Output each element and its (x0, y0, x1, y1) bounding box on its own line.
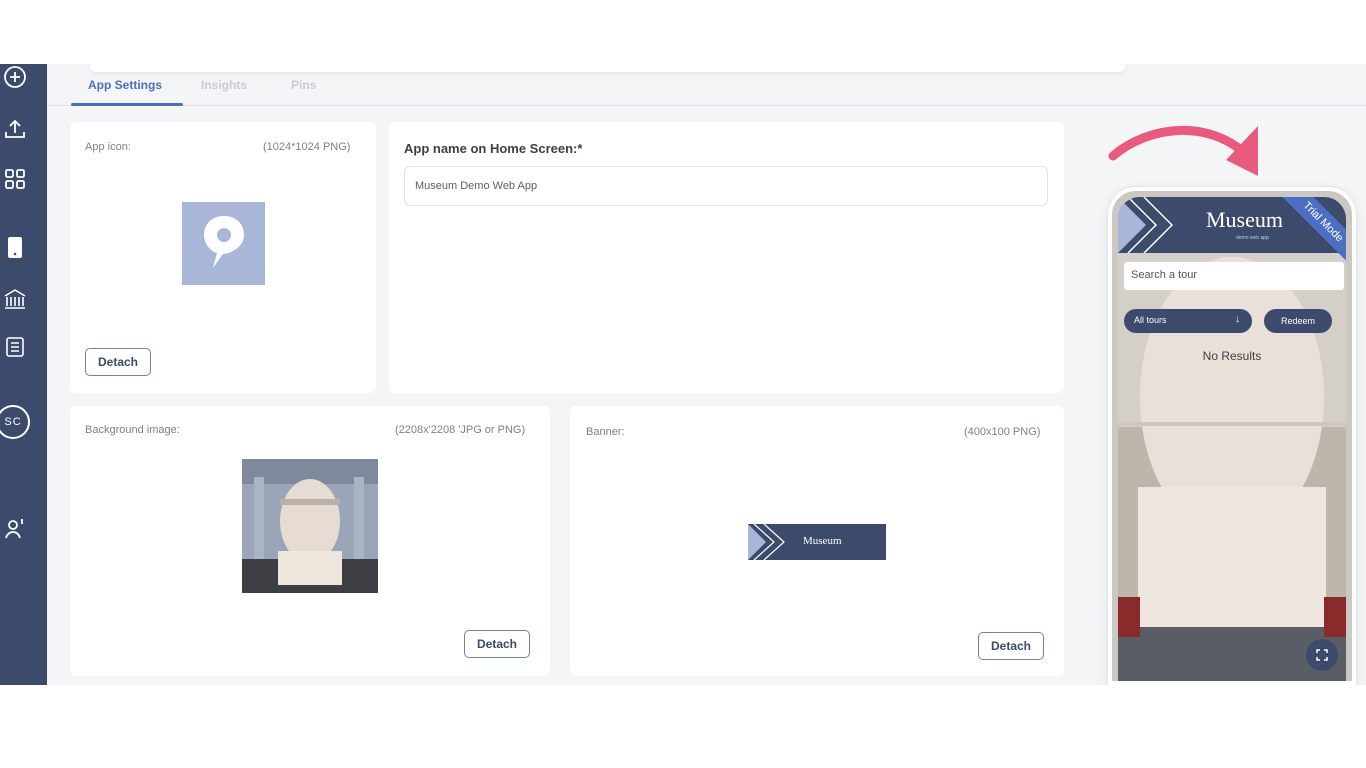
detach-app-icon-button[interactable]: Detach (85, 348, 152, 376)
banner-label: Banner: (586, 426, 625, 438)
sidebar: SC (0, 64, 47, 685)
app-icon-preview[interactable] (182, 202, 265, 285)
add-circle-icon[interactable] (0, 64, 30, 90)
tab-bar: App Settings Insights Pins (47, 64, 1366, 106)
phone-redeem-button[interactable]: Redeem (1264, 309, 1332, 333)
map-pin-icon (204, 216, 244, 268)
tab-pins[interactable]: Pins (291, 78, 316, 92)
phone-screen: Museum demo web app Trial Mode Search a … (1118, 197, 1346, 681)
phone-no-results: No Results (1202, 349, 1262, 363)
tab-app-settings[interactable]: App Settings (88, 78, 162, 92)
apps-grid-icon[interactable] (0, 166, 30, 192)
fullscreen-icon[interactable] (1306, 639, 1338, 671)
phone-header: Museum demo web app Trial Mode (1118, 197, 1346, 283)
phone-tour-filter[interactable]: All tours ↓ (1124, 309, 1252, 333)
app-icon-spec: (1024*1024 PNG) (263, 141, 351, 153)
phone-search-input[interactable]: Search a tour (1124, 262, 1344, 290)
background-image-preview[interactable] (242, 459, 378, 593)
banner-logo-text: Museum (803, 535, 842, 547)
document-icon[interactable] (0, 334, 30, 360)
app-window: SC App Settings Insights Pins App icon: … (0, 64, 1366, 685)
background-image-spec: (2208x'2208 'JPG or PNG) (395, 424, 526, 436)
app-name-card: App name on Home Screen:* (389, 122, 1064, 393)
background-image-label: Background image: (85, 424, 180, 436)
app-icon-label: App icon: (85, 141, 131, 153)
banner-card: Banner: (400x100 PNG) Museum Detach (570, 406, 1064, 676)
phone-icon[interactable] (0, 234, 30, 260)
banner-preview[interactable]: Museum (748, 524, 886, 560)
phone-logo-subtitle: demo web app (1236, 235, 1269, 241)
phone-tour-filter-value: All tours (1134, 315, 1167, 325)
upload-icon[interactable] (0, 116, 30, 142)
app-name-label: App name on Home Screen:* (404, 141, 583, 156)
chevron-graphic (1118, 197, 1174, 253)
active-tab-indicator (71, 103, 183, 106)
app-icon-card: App icon: (1024*1024 PNG) Detach (70, 122, 376, 393)
detach-banner-button[interactable]: Detach (978, 632, 1045, 660)
museum-icon[interactable] (0, 286, 30, 312)
phone-preview: Museum demo web app Trial Mode Search a … (1108, 187, 1356, 685)
detach-background-button[interactable]: Detach (464, 630, 531, 658)
banner-spec: (400x100 PNG) (964, 426, 1041, 438)
arrow-down-icon: ↓ (1235, 314, 1240, 325)
app-name-input[interactable] (404, 166, 1048, 206)
statue-image (242, 459, 378, 593)
background-image-card: Background image: (2208x'2208 'JPG or PN… (70, 406, 550, 676)
avatar[interactable]: SC (0, 405, 30, 439)
user-key-icon[interactable] (0, 516, 30, 542)
phone-logo: Museum (1206, 207, 1283, 232)
pointer-arrow-icon (1108, 125, 1258, 176)
tab-insights[interactable]: Insights (201, 78, 247, 92)
